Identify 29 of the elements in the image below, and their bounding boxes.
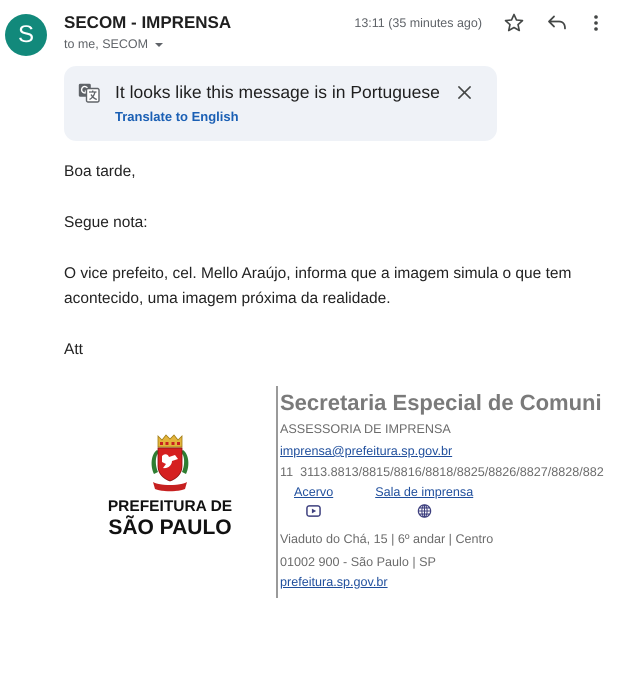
phone-text: 11 3113.8813/8815/8816/8818/8825/8826/8827/8828/882 <box>280 464 604 480</box>
logo-text: SÃO PAULO <box>108 515 232 540</box>
timestamp: 13:11 (35 minutes ago) <box>354 16 482 30</box>
email-link[interactable]: imprensa@prefeitura.sp.gov.br <box>280 443 452 459</box>
close-icon[interactable] <box>458 86 471 99</box>
more-icon[interactable] <box>594 14 598 30</box>
address-text: Viaduto do Chá, 15 | 6º andar | Centro <box>280 531 494 547</box>
sender-name: SECOM - IMPRENSA <box>64 14 232 32</box>
address-text: 01002 900 - São Paulo | SP <box>280 554 436 570</box>
reply-icon[interactable] <box>547 15 567 30</box>
body-paragraph: Att <box>64 340 84 360</box>
signature-link[interactable]: Acervo <box>294 484 334 500</box>
star-icon[interactable] <box>504 13 524 32</box>
globe-icon[interactable] <box>416 504 432 518</box>
translate-icon <box>78 83 100 103</box>
translate-link[interactable]: Translate to English <box>115 109 239 125</box>
department-text: ASSESSORIA DE IMPRENSA <box>280 421 451 437</box>
body-paragraph: Segue nota: <box>64 213 149 233</box>
logo-text: PREFEITURA DE <box>108 498 232 515</box>
caret-icon[interactable] <box>155 43 164 47</box>
signature-link[interactable]: Sala de imprensa <box>375 484 474 500</box>
body-paragraph: O vice prefeito, cel. Mello Araújo, informa que a imagem simula o que tem acontecido, uma imagem próxima da realidade. <box>64 264 572 309</box>
translate-message: It looks like this message is in Portuguese <box>115 82 440 102</box>
video-play-icon[interactable] <box>306 504 322 518</box>
recipients: to me, SECOM <box>64 36 148 52</box>
website-link[interactable]: prefeitura.sp.gov.br <box>280 574 388 590</box>
body-paragraph: Boa tarde, <box>64 162 137 182</box>
signature-title: Secretaria Especial de Comuni <box>280 390 602 416</box>
avatar: S <box>5 14 47 56</box>
